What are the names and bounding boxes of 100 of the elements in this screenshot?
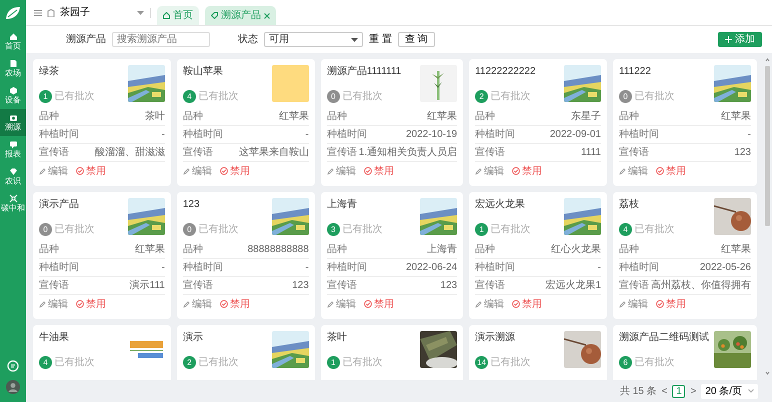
tab[interactable]: 溯源产品 <box>205 6 276 25</box>
field-label: 品种 <box>619 242 639 257</box>
disable-button[interactable]: 禁用 <box>76 164 106 178</box>
field-value: - <box>748 128 751 142</box>
card-title: 演示溯源 <box>475 331 516 344</box>
field-value: 1111 <box>580 146 601 160</box>
farm-select[interactable]: 茶园子 <box>60 5 144 20</box>
disable-button[interactable]: 禁用 <box>364 296 394 312</box>
batch-label: 已有批次 <box>198 222 238 237</box>
field-value: 2022-10-19 <box>406 128 458 142</box>
field-value: 高州荔枝、你值得拥有 <box>651 278 751 293</box>
batch-count: 1 <box>39 90 52 103</box>
check-circle-icon <box>220 167 228 175</box>
batch-count: 2 <box>182 356 196 369</box>
tab[interactable]: 首页 <box>157 6 199 25</box>
close-icon[interactable] <box>264 12 270 18</box>
batch-count: 2 <box>475 90 488 103</box>
add-button[interactable]: 添加 <box>718 32 762 47</box>
chat-bubble-icon <box>8 140 18 149</box>
edit-button[interactable]: 编辑 <box>475 164 504 178</box>
field-value: 红心火龙果 <box>551 242 601 257</box>
batch-label: 已有批次 <box>634 90 674 104</box>
batch-count: 0 <box>39 223 52 236</box>
search-field[interactable]: 搜索溯源产品 <box>112 32 210 47</box>
card-title: 宏远火龙果 <box>475 198 526 211</box>
edit-button[interactable]: 编辑 <box>182 164 212 178</box>
card-title: 鞍山苹果 <box>182 65 224 78</box>
sidebar-item[interactable]: 溯源 <box>0 109 26 136</box>
card-title: 11222222222 <box>475 65 536 78</box>
edit-button[interactable]: 编辑 <box>619 164 648 178</box>
batch-label: 已有批次 <box>198 356 238 370</box>
check-circle-icon <box>364 300 372 308</box>
pencil-icon <box>182 168 190 174</box>
building-icon <box>47 8 55 16</box>
batch-count: 0 <box>326 90 340 103</box>
avatar[interactable] <box>6 380 20 394</box>
query-button[interactable]: 查 询 <box>398 32 435 47</box>
edit-button[interactable]: 编辑 <box>182 296 212 312</box>
check-circle-icon <box>76 300 84 308</box>
diamond-icon <box>8 167 18 176</box>
field-value: 123 <box>292 279 309 293</box>
home-icon <box>8 32 18 41</box>
batch-count: 3 <box>326 223 340 236</box>
card-title: 111222 <box>619 65 652 78</box>
sidebar-item[interactable]: 报表 <box>0 136 26 163</box>
edit-button[interactable]: 编辑 <box>326 164 356 178</box>
field-label: 宣传语 <box>39 146 69 160</box>
disable-button[interactable]: 禁用 <box>512 164 542 178</box>
field-value: 酸溜溜、甜滋滋 <box>94 146 165 160</box>
caret-icon <box>351 38 358 42</box>
field-label: 种植时间 <box>619 128 659 142</box>
field-value: 2022-05-26 <box>700 261 751 275</box>
edit-button[interactable]: 编辑 <box>326 296 356 312</box>
field-label: 宣传语 <box>326 278 357 293</box>
card-title: 茶叶 <box>326 331 348 344</box>
field-label: 宣传语 <box>619 278 649 293</box>
cube-icon <box>8 86 18 95</box>
disable-button[interactable]: 禁用 <box>220 164 250 178</box>
field-value: - <box>305 128 309 142</box>
batch-label: 已有批次 <box>54 222 94 237</box>
status-select[interactable]: 可用 <box>264 32 363 47</box>
check-circle-icon <box>76 167 84 175</box>
molecule-icon <box>8 194 18 203</box>
sidebar-item[interactable]: 首页 <box>0 28 26 55</box>
edit-button[interactable]: 编辑 <box>475 296 504 312</box>
page-button[interactable]: 1 <box>672 384 686 398</box>
disable-button[interactable]: 禁用 <box>220 296 250 312</box>
field-label: 宣传语 <box>182 146 213 160</box>
edit-button[interactable]: 编辑 <box>39 164 68 178</box>
prev-page-button[interactable]: < <box>662 384 668 398</box>
batch-count: 4 <box>39 356 52 369</box>
sidebar-item[interactable]: 农场 <box>0 55 26 82</box>
sidebar-item[interactable]: 农识 <box>0 163 26 190</box>
card-title: 荔枝 <box>619 198 640 211</box>
sidebar-item[interactable]: 设备 <box>0 82 26 109</box>
disable-button[interactable]: 禁用 <box>512 296 542 312</box>
disable-button[interactable]: 禁用 <box>76 296 106 312</box>
field-value: - <box>305 261 309 275</box>
pencil-icon <box>326 300 334 308</box>
field-value: 88888888888 <box>248 243 309 257</box>
disable-button[interactable]: 禁用 <box>656 296 686 312</box>
chat-icon[interactable] <box>7 360 19 372</box>
field-value: 东星子 <box>571 110 601 124</box>
batch-label: 已有批次 <box>490 90 531 104</box>
edit-button[interactable]: 编辑 <box>39 296 68 312</box>
reset-button[interactable]: 重 置 <box>369 32 392 47</box>
page-size-select[interactable]: 20 条/页 <box>701 384 758 398</box>
batch-label: 已有批次 <box>342 356 382 370</box>
camera-icon <box>8 113 18 122</box>
sidebar-item[interactable]: 碳中和 <box>0 190 26 217</box>
menu-icon[interactable] <box>34 10 42 16</box>
disable-button[interactable]: 禁用 <box>364 164 394 178</box>
next-page-button[interactable]: > <box>690 384 696 398</box>
disable-button[interactable]: 禁用 <box>656 164 686 178</box>
edit-button[interactable]: 编辑 <box>619 296 648 312</box>
field-value: 2022-09-01 <box>550 128 601 142</box>
pencil-icon <box>619 168 626 174</box>
field-value: 红苹果 <box>721 242 751 257</box>
batch-count: 6 <box>619 356 632 369</box>
card-title: 绿茶 <box>39 65 60 78</box>
